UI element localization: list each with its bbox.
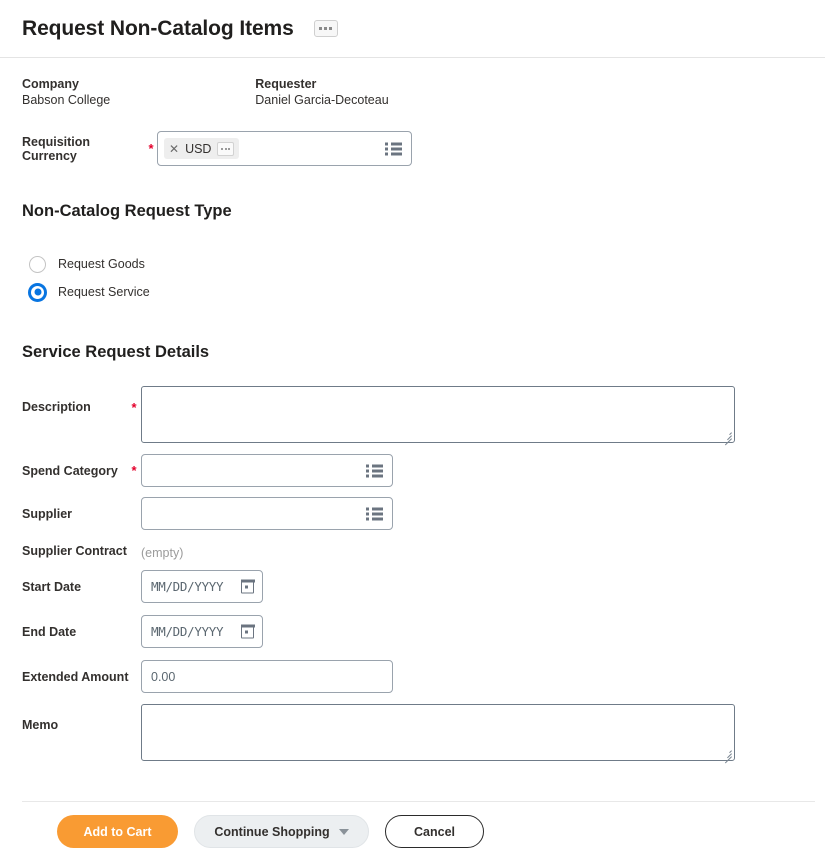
supplier-prompt-icon[interactable] — [366, 507, 383, 520]
icon-part — [391, 147, 402, 150]
calendar-icon[interactable] — [240, 579, 255, 593]
supplier-row: Supplier — [0, 497, 825, 530]
extended-amount-value: 0.00 — [151, 669, 176, 684]
continue-shopping-button[interactable]: Continue Shopping — [194, 815, 369, 848]
end-date-placeholder: MM/DD/YYYY — [151, 624, 224, 639]
currency-prompt-icon[interactable] — [385, 142, 402, 155]
footer-actions: Add to Cart Continue Shopping Cancel — [0, 815, 825, 848]
supplier-input[interactable] — [141, 497, 393, 530]
footer-divider — [22, 801, 815, 802]
required-marker: * — [131, 400, 137, 415]
spend-category-prompt-icon[interactable] — [366, 464, 383, 477]
currency-pill: ✕ USD — [164, 138, 240, 159]
spend-category-row: Spend Category * — [0, 454, 825, 487]
icon-part — [366, 507, 369, 510]
radio-label: Request Service — [58, 285, 150, 299]
resize-handle[interactable] — [722, 430, 732, 446]
page-header: Request Non-Catalog Items — [0, 0, 825, 58]
supplier-contract-row: Supplier Contract (empty) — [0, 544, 825, 560]
company-value: Babson College — [22, 93, 111, 107]
dot — [329, 27, 333, 30]
resize-handle[interactable] — [722, 748, 732, 764]
radio-request-service[interactable]: Request Service — [0, 279, 825, 305]
supplier-contract-value: (empty) — [141, 546, 184, 560]
dot — [319, 27, 323, 30]
supplier-contract-label: Supplier Contract — [22, 544, 127, 558]
dot — [221, 147, 224, 150]
requester-label: Requester — [255, 77, 317, 91]
start-date-label: Start Date — [22, 579, 82, 594]
icon-part — [372, 507, 383, 510]
requester-block: Requester Daniel Garcia-Decoteau — [255, 76, 388, 109]
icon-part — [366, 474, 369, 477]
end-date-input[interactable]: MM/DD/YYYY — [141, 615, 263, 648]
radio-icon[interactable] — [29, 255, 46, 273]
dot — [224, 147, 227, 150]
add-to-cart-button[interactable]: Add to Cart — [57, 815, 178, 848]
required-marker: * — [131, 463, 137, 478]
continue-shopping-label: Continue Shopping — [214, 824, 330, 839]
requisition-currency-row: Requisition Currency * ✕ USD — [0, 131, 825, 166]
currency-remove-icon[interactable]: ✕ — [169, 143, 179, 155]
end-date-label: End Date — [22, 624, 77, 639]
icon-part — [366, 469, 369, 472]
page-title: Request Non-Catalog Items — [22, 16, 294, 40]
end-date-row: End Date MM/DD/YYYY — [0, 615, 825, 648]
dot — [324, 27, 328, 30]
spend-category-input[interactable] — [141, 454, 393, 487]
summary-section: Company Babson College Requester Daniel … — [0, 58, 825, 109]
description-input[interactable] — [141, 386, 735, 446]
calendar-icon[interactable] — [240, 624, 255, 638]
memo-input[interactable] — [141, 704, 735, 764]
service-details-heading: Service Request Details — [22, 343, 210, 361]
description-row: Description * — [0, 386, 825, 446]
start-date-input[interactable]: MM/DD/YYYY — [141, 570, 263, 603]
icon-part — [366, 464, 369, 467]
icon-part — [372, 512, 383, 515]
request-type-radio-group: Request Goods Request Service — [0, 251, 825, 305]
icon-part — [372, 464, 383, 467]
memo-label: Memo — [22, 718, 59, 732]
request-type-heading: Non-Catalog Request Type — [22, 202, 232, 220]
start-date-row: Start Date MM/DD/YYYY — [0, 570, 825, 603]
requisition-currency-label: Requisition Currency — [22, 134, 91, 163]
icon-part — [391, 142, 402, 145]
radio-label: Request Goods — [58, 257, 145, 271]
dot — [228, 147, 231, 150]
currency-ellipsis-icon[interactable] — [217, 141, 235, 156]
supplier-label: Supplier — [22, 506, 73, 521]
memo-row: Memo — [0, 704, 825, 764]
header-ellipsis-icon[interactable] — [313, 20, 338, 37]
radio-icon-selected[interactable] — [29, 283, 46, 301]
description-label: Description — [22, 400, 91, 414]
extended-amount-label: Extended Amount — [22, 669, 129, 684]
extended-amount-input[interactable]: 0.00 — [141, 660, 393, 693]
currency-value: USD — [185, 141, 212, 156]
requisition-currency-input[interactable]: ✕ USD — [157, 131, 412, 166]
required-marker: * — [148, 141, 154, 156]
requester-value: Daniel Garcia-Decoteau — [255, 93, 389, 107]
icon-part — [385, 152, 388, 155]
company-label: Company — [22, 77, 79, 91]
icon-part — [372, 469, 383, 472]
spend-category-label: Spend Category — [22, 463, 118, 478]
extended-amount-row: Extended Amount 0.00 — [0, 660, 825, 693]
icon-part — [372, 517, 383, 520]
chevron-down-icon — [338, 828, 349, 835]
icon-part — [391, 152, 402, 155]
icon-part — [366, 512, 369, 515]
start-date-placeholder: MM/DD/YYYY — [151, 579, 224, 594]
icon-part — [385, 142, 388, 145]
icon-part — [385, 147, 388, 150]
cancel-button[interactable]: Cancel — [385, 815, 484, 848]
radio-request-goods[interactable]: Request Goods — [0, 251, 825, 277]
icon-part — [372, 474, 383, 477]
icon-part — [366, 517, 369, 520]
company-block: Company Babson College — [22, 76, 110, 109]
